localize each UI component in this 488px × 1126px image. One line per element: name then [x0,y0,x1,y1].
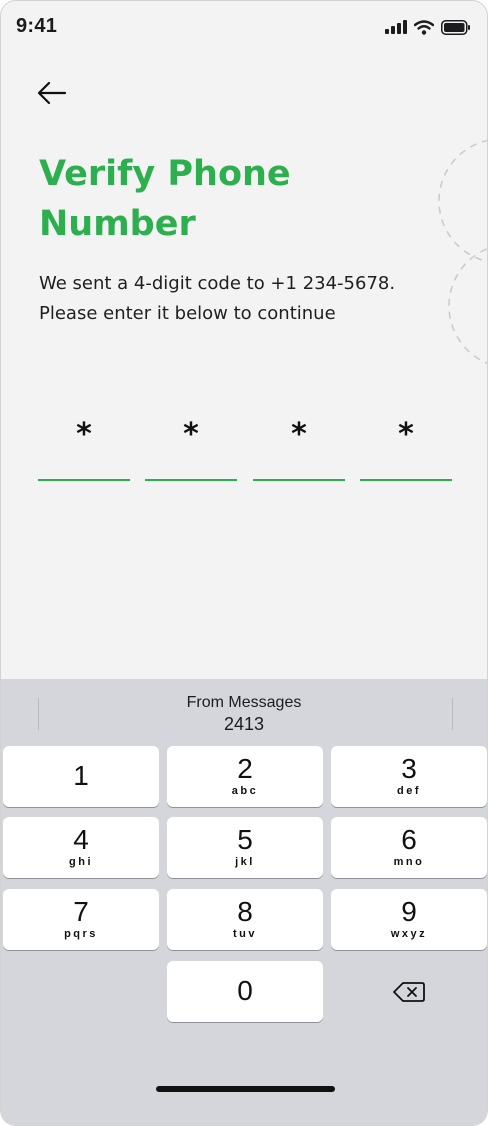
back-button[interactable] [31,73,73,113]
key-6[interactable]: 6 mno [331,817,487,878]
otp-digit-3-value: * [291,417,307,452]
suggestion-code: 2413 [223,714,265,734]
key-8-letters: tuv [233,928,257,940]
phone-screen: 9:41 Verify Phone Number We sent a 4-dig… [0,0,488,1126]
key-8-digit: 8 [237,896,253,927]
otp-digit-4[interactable]: * [360,411,452,483]
delete-key[interactable] [331,961,487,1022]
key-9-letters: wxyz [390,928,428,940]
autofill-suggestion-bar: From Messages 2413 [1,679,487,741]
otp-digit-1-underline [38,479,130,481]
autofill-suggestion[interactable]: From Messages 2413 [1,693,487,735]
key-3-letters: def [397,785,421,797]
otp-digit-1-value: * [76,417,92,452]
key-8[interactable]: 8 tuv [167,889,323,950]
key-4-letters: ghi [69,856,93,868]
key-0[interactable]: 0 [167,961,323,1022]
decorative-circles [438,139,487,364]
otp-digit-4-underline [360,479,452,481]
arrow-left-icon [37,81,67,105]
subtitle-line-1: We sent a 4-digit code to +1 234-5678. [39,273,396,294]
key-5-digit: 5 [237,824,253,855]
key-6-digit: 6 [401,824,417,855]
otp-digit-3[interactable]: * [253,411,345,483]
key-6-letters: mno [393,856,425,868]
backspace-icon [393,981,425,1002]
key-3[interactable]: 3 def [331,746,487,807]
page-title: Verify Phone Number [39,154,291,244]
otp-digit-2[interactable]: * [145,411,237,483]
status-time: 9:41 [16,15,58,37]
battery-icon [441,19,470,35]
key-4-digit: 4 [73,824,89,855]
key-5[interactable]: 5 jkl [167,817,323,878]
wifi-icon [414,19,434,35]
key-2[interactable]: 2 abc [167,746,323,807]
key-2-digit: 2 [237,753,253,784]
otp-digit-4-value: * [398,417,414,452]
key-3-digit: 3 [401,753,417,784]
key-7-digit: 7 [73,896,89,927]
key-1-digit: 1 [73,760,89,791]
key-7-letters: pqrs [64,928,98,940]
otp-digit-2-underline [145,479,237,481]
otp-input-group: * * * * [38,411,452,483]
key-2-letters: abc [231,785,259,797]
key-4[interactable]: 4 ghi [3,817,159,878]
key-9-digit: 9 [401,896,417,927]
otp-digit-2-value: * [183,417,199,452]
key-0-digit: 0 [237,975,253,1006]
page-subtitle: We sent a 4-digit code to +1 234-5678. P… [39,269,459,329]
suggestion-source-label: From Messages [186,694,302,711]
otp-digit-3-underline [253,479,345,481]
key-5-letters: jkl [235,856,255,868]
status-icons [385,18,471,36]
key-9[interactable]: 9 wxyz [331,889,487,950]
subtitle-line-2: Please enter it below to continue [39,303,336,324]
key-1[interactable]: 1 [3,746,159,807]
cellular-signal-icon [385,20,407,34]
key-7[interactable]: 7 pqrs [3,889,159,950]
home-indicator [156,1086,335,1092]
otp-digit-1[interactable]: * [38,411,130,483]
numeric-keyboard: From Messages 2413 1 2 abc 3 def 4 ghi 5… [1,679,487,1125]
status-bar: 9:41 [1,1,487,53]
